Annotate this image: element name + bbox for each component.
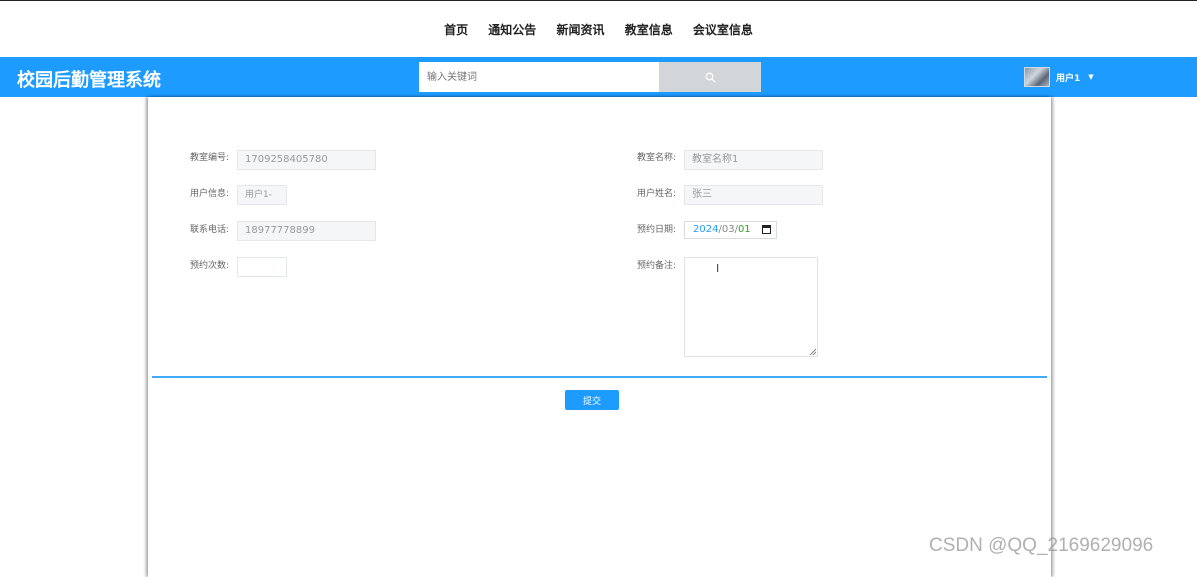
resize-grip-icon[interactable] — [810, 349, 816, 355]
remark-label: 预约备注: — [637, 261, 677, 271]
date-day: 01 — [737, 224, 751, 235]
username: 用户1 — [1056, 73, 1081, 84]
nav-news[interactable]: 新闻资讯 — [556, 23, 604, 37]
count-label: 预约次数: — [190, 261, 230, 271]
calendar-icon[interactable] — [762, 225, 771, 234]
search-input[interactable] — [419, 62, 659, 92]
count-field[interactable] — [237, 257, 287, 277]
chevron-down-icon: ▼ — [1088, 73, 1094, 81]
classroom-name-field[interactable]: 教室名称1 — [684, 150, 823, 170]
booking-form: 教室编号: 1709258405780 教室名称: 教室名称1 用户信息: 用户… — [148, 97, 1051, 577]
divider — [152, 376, 1047, 378]
user-name-label: 用户姓名: — [637, 189, 677, 199]
header-bar: 校园后勤管理系统 用户1 ▼ — [0, 57, 1197, 97]
classroom-name-label: 教室名称: — [637, 153, 677, 163]
app-title: 校园后勤管理系统 — [17, 70, 161, 91]
user-name-field[interactable]: 张三 — [684, 185, 823, 205]
avatar — [1024, 67, 1050, 87]
nav-notices[interactable]: 通知公告 — [488, 23, 536, 37]
user-info-label: 用户信息: — [190, 189, 230, 199]
text-cursor-icon: I — [716, 262, 720, 275]
remark-textarea[interactable]: I — [684, 257, 818, 357]
watermark: CSDN @QQ_2169629096 — [929, 535, 1154, 556]
phone-field[interactable]: 18977778899 — [237, 221, 376, 241]
classroom-no-label: 教室编号: — [190, 153, 230, 163]
date-picker[interactable]: 2024/03/01 — [684, 221, 777, 239]
nav-classrooms[interactable]: 教室信息 — [625, 23, 673, 37]
search-button[interactable] — [659, 62, 761, 92]
nav-meeting-rooms[interactable]: 会议室信息 — [693, 23, 753, 37]
user-info-field[interactable]: 用户1- — [237, 185, 287, 205]
top-nav: 首页 通知公告 新闻资讯 教室信息 会议室信息 — [0, 0, 1197, 58]
classroom-no-field[interactable]: 1709258405780 — [237, 150, 376, 170]
date-label: 预约日期: — [637, 225, 677, 235]
phone-label: 联系电话: — [190, 225, 230, 235]
date-year: 2024 — [693, 224, 719, 235]
submit-button[interactable]: 提交 — [565, 390, 619, 410]
nav-home[interactable]: 首页 — [444, 23, 468, 37]
date-month: 03 — [721, 224, 735, 235]
user-menu[interactable]: 用户1 ▼ — [1024, 62, 1094, 92]
search-icon — [705, 72, 715, 82]
nav-links: 首页 通知公告 新闻资讯 教室信息 会议室信息 — [0, 21, 1197, 38]
